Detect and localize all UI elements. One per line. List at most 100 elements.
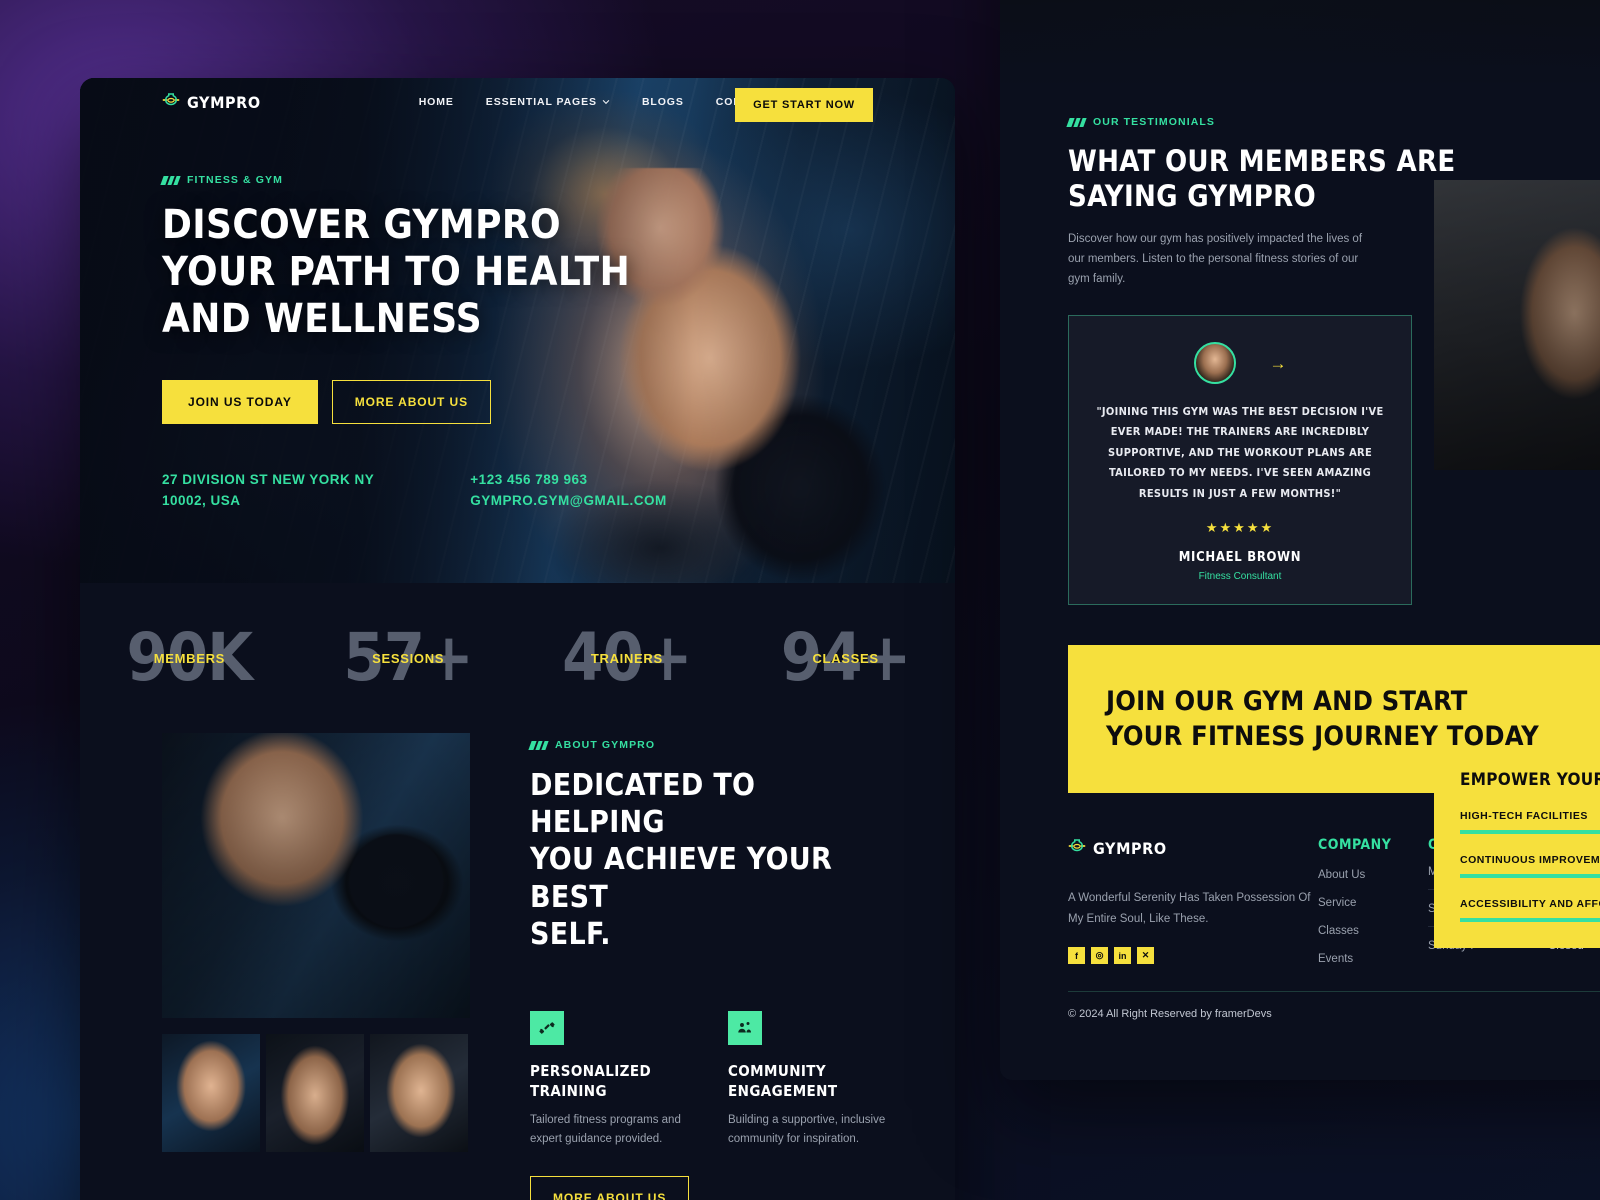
nav-link-label: HOME [418,96,454,108]
testimonials-title-line: WHAT OUR MEMBERS ARE [1068,144,1456,178]
empower-item: ACCESSIBILITY AND AFFORDABILITY [1460,898,1600,922]
stat-item: 40+ TRAINERS [518,583,737,733]
about-title-line: DEDICATED TO HELPING [530,768,756,841]
empower-item-label: ACCESSIBILITY AND AFFORDABILITY [1460,898,1600,910]
about-thumbnail[interactable] [370,1034,468,1152]
footer-company-heading: COMPANY [1318,836,1392,853]
about-gallery [162,733,470,1200]
about-feature-title: COMMUNITY ENGAGEMENT [728,1061,838,1101]
about-button-wrap: MORE ABOUT US [530,1176,888,1200]
about-title: DEDICATED TO HELPING YOU ACHIEVE YOUR BE… [530,767,888,953]
kettlebell-icon [1068,837,1086,860]
hero-more-about-us-button[interactable]: MORE ABOUT US [331,379,491,424]
testimonials-section: OUR TESTIMONIALS WHAT OUR MEMBERS ARE SA… [1000,88,1600,948]
stat-label: SESSIONS [372,651,445,667]
nav-link-label: ESSENTIAL PAGES [485,96,597,108]
hero-contact-info: 27 DIVISION ST NEW YORK NY 10002, USA +1… [162,470,667,512]
stats-counter-row: 90K MEMBERS 57+ SESSIONS 40+ TRAINERS 94… [80,583,955,733]
empower-item: CONTINUOUS IMPROVEMENT [1460,854,1600,878]
stat-item: 94+ CLASSES [736,583,955,733]
hero-content: FITNESS & GYM DISCOVER GYMPRO YOUR PATH … [160,174,630,424]
about-feature-desc: Building a supportive, inclusive communi… [728,1114,886,1145]
nav-link-label: BLOGS [641,96,684,108]
nav-link-essential-pages[interactable]: ESSENTIAL PAGES [486,96,610,108]
testimonial-side-photo [1434,180,1600,471]
brand-name: GYMPRO [187,92,261,112]
scrolled-page-preview-board: FLEXIBLE MEMBERSHIP Find a membership pl… [1000,0,1600,1080]
about-feature: COMMUNITY ENGAGEMENT Building a supporti… [728,1010,888,1148]
address-line-1: 27 DIVISION ST NEW YORK NY [162,472,375,487]
testimonial-author-name: MICHAEL BROWN [1178,549,1302,565]
about-feature: PERSONALIZED TRAINING Tailored fitness p… [530,1010,690,1148]
hero-eyebrow: FITNESS & GYM [160,174,630,186]
hero-buttons: JOIN US TODAY MORE ABOUT US [162,379,630,424]
dumbbell-icon [530,1010,564,1045]
hero-section: GYMPRO HOME ESSENTIAL PAGES BLOGS GET ST… [80,78,955,583]
hero-contact-details: +123 456 789 963 GYMPRO.GYM@GMAIL.COM [470,470,666,512]
testimonial-row: → "JOINING THIS GYM WAS THE BEST DECISIO… [1068,180,1600,605]
empower-panel-title: EMPOWER YOUR FITNESS [1460,770,1600,790]
facebook-icon[interactable]: f [1068,947,1085,965]
get-start-now-button[interactable]: GET START NOW [735,88,873,122]
hero-eyebrow-label: FITNESS & GYM [187,174,283,186]
about-title-line: YOU ACHIEVE YOUR BEST [530,842,833,915]
hero-title: DISCOVER GYMPRO YOUR PATH TO HEALTH AND … [162,202,630,344]
x-twitter-icon[interactable]: ✕ [1137,947,1154,965]
avatar [1193,342,1236,385]
hero-title-line: AND WELLNESS [162,296,483,343]
about-main-photo [162,733,470,1018]
homepage-preview-board: GYMPRO HOME ESSENTIAL PAGES BLOGS GET ST… [80,78,955,1200]
empower-item-label: CONTINUOUS IMPROVEMENT [1460,854,1600,866]
testimonial-card: → "JOINING THIS GYM WAS THE BEST DECISIO… [1068,315,1412,605]
empower-item-label: HIGH-TECH FACILITIES [1460,810,1588,822]
community-icon [728,1010,762,1045]
chevron-down-icon [602,100,610,105]
about-text-column: ABOUT GYMPRO DEDICATED TO HELPING YOU AC… [528,733,888,1200]
top-navigation: GYMPRO HOME ESSENTIAL PAGES BLOGS GET ST… [80,78,955,126]
kettlebell-icon [162,91,180,114]
about-thumbnail[interactable] [266,1034,364,1152]
about-section: ABOUT GYMPRO DEDICATED TO HELPING YOU AC… [80,733,955,1200]
stat-label: CLASSES [812,651,879,667]
footer-link-service[interactable]: Service [1318,897,1428,909]
about-features: PERSONALIZED TRAINING Tailored fitness p… [530,1010,888,1148]
right-hero-band: FLEXIBLE MEMBERSHIP Find a membership pl… [1000,0,1600,88]
footer-company-column: COMPANY About Us Service Classes Events [1318,837,1428,965]
nav-link-home[interactable]: HOME [419,96,454,108]
footer-brand-name: GYMPRO [1093,838,1167,858]
linkedin-icon[interactable]: in [1114,947,1131,965]
email-address[interactable]: GYMPRO.GYM@GMAIL.COM [470,491,666,512]
about-more-about-us-button[interactable]: MORE ABOUT US [530,1176,690,1200]
join-us-today-button[interactable]: JOIN US TODAY [162,379,318,424]
testimonials-eyebrow: OUR TESTIMONIALS [1066,116,1600,128]
instagram-icon[interactable]: ◎ [1091,947,1108,965]
slash-icon [160,175,181,185]
hero-title-line: DISCOVER GYMPRO [162,202,561,248]
footer-link-events[interactable]: Events [1318,953,1428,965]
brand-logo[interactable]: GYMPRO [162,91,261,114]
page-background: GYMPRO HOME ESSENTIAL PAGES BLOGS GET ST… [0,0,1600,1200]
address-line-2: 10002, USA [162,492,241,508]
footer-link-classes[interactable]: Classes [1318,925,1428,937]
testimonials-eyebrow-label: OUR TESTIMONIALS [1093,116,1216,128]
stat-label: MEMBERS [153,651,226,667]
testimonial-header: → [1093,342,1387,385]
next-testimonial-arrow-icon[interactable]: → [1270,355,1287,372]
footer-divider [1068,990,1600,992]
empower-item: HIGH-TECH FACILITIES [1460,810,1600,834]
about-thumbnail[interactable] [162,1034,260,1152]
rating-stars: ★★★★★ [1205,519,1275,535]
testimonial-author-role: Fitness Consultant [1198,570,1282,582]
footer-description: A Wonderful Serenity Has Taken Possessio… [1068,891,1311,925]
stat-item: 90K MEMBERS [80,583,299,733]
phone-number[interactable]: +123 456 789 963 [470,470,666,491]
footer-brand-logo[interactable]: GYMPRO [1068,837,1318,860]
empower-item-bar [1460,918,1600,922]
empower-panel: EMPOWER YOUR FITNESS HIGH-TECH FACILITIE… [1434,746,1600,948]
cta-line: JOIN OUR GYM AND START [1106,685,1468,717]
footer-link-about-us[interactable]: About Us [1318,869,1428,881]
hero-address: 27 DIVISION ST NEW YORK NY 10002, USA [162,470,374,512]
slash-icon [1066,117,1087,127]
nav-link-blogs[interactable]: BLOGS [642,96,684,108]
about-eyebrow-label: ABOUT GYMPRO [555,739,656,751]
